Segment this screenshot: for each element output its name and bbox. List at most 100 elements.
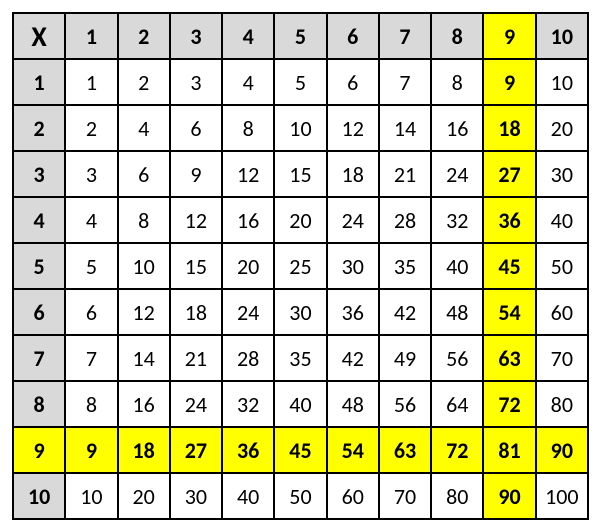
cell-9-6: 54 [327, 427, 379, 473]
cell-1-7: 7 [379, 59, 431, 105]
table-row: 112345678910 [13, 59, 588, 105]
cell-4-5: 20 [274, 197, 326, 243]
cell-7-6: 42 [327, 335, 379, 381]
cell-4-4: 16 [222, 197, 274, 243]
cell-9-9: 81 [483, 427, 535, 473]
table-row: 88162432404856647280 [13, 381, 588, 427]
cell-3-4: 12 [222, 151, 274, 197]
cell-3-2: 6 [118, 151, 170, 197]
cell-8-9: 72 [483, 381, 535, 427]
cell-6-5: 30 [274, 289, 326, 335]
cell-1-9: 9 [483, 59, 535, 105]
col-header-1: 1 [65, 13, 117, 59]
table-row: 99182736455463728190 [13, 427, 588, 473]
cell-3-10: 30 [536, 151, 588, 197]
cell-6-2: 12 [118, 289, 170, 335]
table-row: 22468101214161820 [13, 105, 588, 151]
cell-6-1: 6 [65, 289, 117, 335]
cell-8-7: 56 [379, 381, 431, 427]
cell-7-1: 7 [65, 335, 117, 381]
cell-3-8: 24 [431, 151, 483, 197]
cell-7-3: 21 [170, 335, 222, 381]
cell-9-7: 63 [379, 427, 431, 473]
col-header-9: 9 [483, 13, 535, 59]
cell-7-5: 35 [274, 335, 326, 381]
row-header-7: 7 [13, 335, 65, 381]
cell-10-8: 80 [431, 473, 483, 519]
multiplication-table: X123456789101123456789102246810121416182… [12, 12, 589, 520]
cell-4-3: 12 [170, 197, 222, 243]
cell-8-1: 8 [65, 381, 117, 427]
cell-2-5: 10 [274, 105, 326, 151]
cell-5-8: 40 [431, 243, 483, 289]
cell-1-3: 3 [170, 59, 222, 105]
row-header-4: 4 [13, 197, 65, 243]
cell-2-1: 2 [65, 105, 117, 151]
cell-8-5: 40 [274, 381, 326, 427]
cell-7-9: 63 [483, 335, 535, 381]
row-header-2: 2 [13, 105, 65, 151]
cell-10-4: 40 [222, 473, 274, 519]
cell-2-2: 4 [118, 105, 170, 151]
cell-10-2: 20 [118, 473, 170, 519]
cell-10-1: 10 [65, 473, 117, 519]
cell-7-2: 14 [118, 335, 170, 381]
cell-4-10: 40 [536, 197, 588, 243]
row-header-8: 8 [13, 381, 65, 427]
col-header-8: 8 [431, 13, 483, 59]
table-row: 4481216202428323640 [13, 197, 588, 243]
cell-4-1: 4 [65, 197, 117, 243]
row-header-9: 9 [13, 427, 65, 473]
cell-9-5: 45 [274, 427, 326, 473]
cell-2-10: 20 [536, 105, 588, 151]
cell-5-5: 25 [274, 243, 326, 289]
cell-6-9: 54 [483, 289, 535, 335]
col-header-2: 2 [118, 13, 170, 59]
cell-5-7: 35 [379, 243, 431, 289]
cell-1-8: 8 [431, 59, 483, 105]
cell-8-3: 24 [170, 381, 222, 427]
cell-8-8: 64 [431, 381, 483, 427]
cell-3-7: 21 [379, 151, 431, 197]
cell-10-5: 50 [274, 473, 326, 519]
col-header-5: 5 [274, 13, 326, 59]
cell-4-6: 24 [327, 197, 379, 243]
cell-6-7: 42 [379, 289, 431, 335]
cell-2-6: 12 [327, 105, 379, 151]
cell-3-6: 18 [327, 151, 379, 197]
cell-7-10: 70 [536, 335, 588, 381]
cell-5-10: 50 [536, 243, 588, 289]
col-header-6: 6 [327, 13, 379, 59]
cell-3-5: 15 [274, 151, 326, 197]
cell-8-4: 32 [222, 381, 274, 427]
table-row: 77142128354249566370 [13, 335, 588, 381]
cell-6-6: 36 [327, 289, 379, 335]
row-header-3: 3 [13, 151, 65, 197]
cell-10-3: 30 [170, 473, 222, 519]
row-header-1: 1 [13, 59, 65, 105]
table-row: 55101520253035404550 [13, 243, 588, 289]
corner-cell: X [13, 13, 65, 59]
cell-5-1: 5 [65, 243, 117, 289]
row-header-10: 10 [13, 473, 65, 519]
cell-4-9: 36 [483, 197, 535, 243]
table-row: 10102030405060708090100 [13, 473, 588, 519]
cell-10-6: 60 [327, 473, 379, 519]
cell-8-10: 80 [536, 381, 588, 427]
cell-6-4: 24 [222, 289, 274, 335]
cell-4-8: 32 [431, 197, 483, 243]
col-header-4: 4 [222, 13, 274, 59]
cell-3-3: 9 [170, 151, 222, 197]
cell-8-2: 16 [118, 381, 170, 427]
cell-4-7: 28 [379, 197, 431, 243]
cell-7-7: 49 [379, 335, 431, 381]
cell-3-9: 27 [483, 151, 535, 197]
table-body: X123456789101123456789102246810121416182… [13, 13, 588, 519]
cell-1-4: 4 [222, 59, 274, 105]
cell-7-4: 28 [222, 335, 274, 381]
cell-5-9: 45 [483, 243, 535, 289]
row-header-6: 6 [13, 289, 65, 335]
cell-9-1: 9 [65, 427, 117, 473]
row-header-5: 5 [13, 243, 65, 289]
cell-1-5: 5 [274, 59, 326, 105]
